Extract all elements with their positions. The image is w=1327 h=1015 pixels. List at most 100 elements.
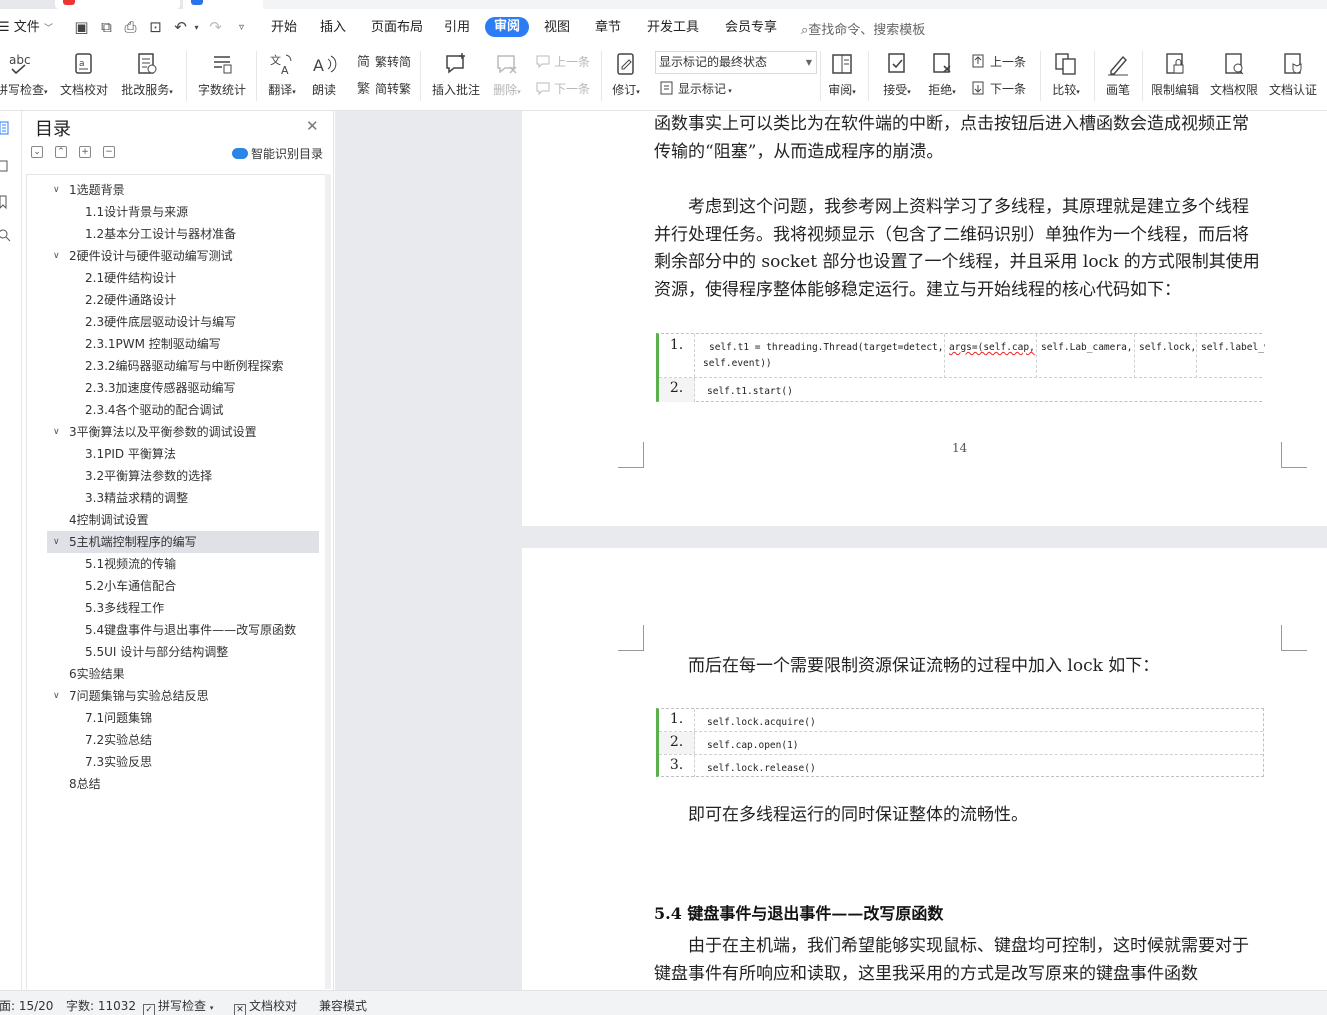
toc-item[interactable]: 3.1PID 平衡算法 [27, 443, 319, 465]
tab-insert[interactable]: 插入 [320, 19, 346, 37]
accept-button[interactable]: 接受▾ [879, 49, 915, 105]
toc-item[interactable]: 2.3.2编码器驱动编写与中断例程探索 [27, 355, 319, 377]
word-count-indicator[interactable]: 字数: 11032 [66, 997, 136, 1014]
bookmark-nav-icon[interactable] [0, 195, 14, 210]
doc-proofread-button[interactable]: a 文档校对 [58, 49, 110, 105]
toc-item[interactable]: ∨ 3平衡算法以及平衡参数的调试设置 [27, 421, 319, 443]
toc-item[interactable]: 6实验结果 [27, 663, 319, 685]
toc-item[interactable]: 8总结 [27, 773, 319, 795]
undo-icon[interactable]: ↶ [172, 19, 189, 36]
toc-item[interactable]: 7.2实验总结 [27, 729, 319, 751]
toc-item[interactable]: 4控制调试设置 [27, 509, 319, 531]
code-line: 2. self.t1.start() [659, 378, 1262, 402]
next-change-button[interactable]: 下一条 [971, 80, 1026, 97]
chevron-down-icon[interactable]: ∨ [53, 245, 60, 267]
toc-item[interactable]: ∨ 5主机端控制程序的编写 [47, 531, 319, 553]
tab-view[interactable]: 视图 [544, 19, 570, 37]
review-pane-button[interactable]: 审阅▾ [826, 49, 858, 105]
tab-home[interactable]: 开始 [271, 19, 297, 37]
toc-item[interactable]: 1.2基本分工设计与器材准备 [27, 223, 319, 245]
chapter-nav-icon[interactable] [0, 159, 14, 173]
chevron-down-icon[interactable]: ∨ [53, 179, 60, 201]
toc-item[interactable]: 7.1问题集锦 [27, 707, 319, 729]
word-count-button[interactable]: 字数统计 [196, 49, 248, 105]
toc-item[interactable]: 2.3.3加速度传感器驱动编写 [27, 377, 319, 399]
document-tab-active[interactable] [183, 0, 263, 9]
next-comment-button[interactable]: 下一条 [535, 80, 590, 97]
insert-comment-button[interactable]: 插入批注 [430, 49, 482, 105]
smart-toc-button[interactable]: 智能识别目录 [232, 145, 323, 162]
toc-item[interactable]: 5.3多线程工作 [27, 597, 319, 619]
command-search[interactable]: ⌕查找命令、搜索模板 [801, 19, 925, 38]
chevron-down-icon[interactable]: ∨ [53, 685, 60, 707]
tab-developer[interactable]: 开发工具 [647, 19, 699, 37]
toc-item[interactable]: 2.3.4各个驱动的配合调试 [27, 399, 319, 421]
file-menu[interactable]: ☰ 文件 ﹀ [0, 19, 53, 38]
tab-page-layout[interactable]: 页面布局 [371, 19, 423, 37]
toc-item[interactable]: 3.2平衡算法参数的选择 [27, 465, 319, 487]
expand-up-icon[interactable]: ⌃ [55, 146, 67, 158]
print-preview-icon[interactable]: ⊡ [147, 19, 164, 36]
read-aloud-button[interactable]: A 朗读 [308, 49, 340, 105]
toc-item[interactable]: 5.4键盘事件与退出事件——改写原函数 [27, 619, 319, 641]
customize-toolbar-icon[interactable]: ▿ [233, 19, 250, 36]
document-tab-pdf[interactable] [55, 0, 180, 9]
remove-heading-icon[interactable]: − [103, 146, 115, 158]
document-canvas[interactable]: 函数事实上可以类比为在软件端的中断，点击按钮后进入槽函数会造成视频正常 传输的“… [335, 111, 1327, 990]
toc-nav-icon[interactable] [0, 121, 14, 135]
track-changes-button[interactable]: 修订▾ [608, 49, 644, 105]
toc-item[interactable]: 1.1设计背景与来源 [27, 201, 319, 223]
simplified-char-icon: 繁 [356, 80, 372, 97]
tab-chapter[interactable]: 章节 [595, 19, 621, 37]
show-markup-button[interactable]: 显示标记 ▾ [659, 80, 732, 99]
save-icon[interactable]: ▣ [73, 19, 90, 36]
doc-proofread-toggle[interactable]: ✕ 文档校对 [234, 997, 297, 1015]
page-indicator[interactable]: 页面: 15/20 [0, 997, 53, 1014]
chevron-down-icon[interactable]: ∨ [53, 421, 60, 443]
tab-member[interactable]: 会员专享 [725, 19, 777, 37]
toc-item[interactable]: 5.5UI 设计与部分结构调整 [27, 641, 319, 663]
delete-comment-button[interactable]: 删除▾ [489, 49, 525, 105]
chevron-down-icon[interactable]: ∨ [53, 531, 60, 553]
tab-review[interactable]: 审阅 [485, 17, 530, 37]
spell-check-button[interactable]: abc 拼写检查▾ [0, 49, 48, 105]
doc-permission-button[interactable]: 文档权限 [1208, 49, 1260, 105]
toc-item[interactable]: 3.3精益求精的调整 [27, 487, 319, 509]
tab-references[interactable]: 引用 [444, 19, 470, 37]
doc-certify-button[interactable]: 文档认证 [1267, 49, 1319, 105]
toc-item[interactable]: 5.2小车通信配合 [27, 575, 319, 597]
toc-item[interactable]: ∨ 1选题背景 [27, 179, 319, 201]
print-icon[interactable]: ⎙ [122, 19, 139, 36]
find-nav-icon[interactable] [0, 229, 14, 243]
export-pdf-icon[interactable]: ⧉ [98, 19, 115, 36]
pen-button[interactable]: 画笔 [1102, 49, 1134, 105]
collapse-all-icon[interactable]: ⌄ [31, 146, 43, 158]
batch-service-button[interactable]: 批改服务▾ [117, 49, 177, 105]
add-heading-icon[interactable]: + [79, 146, 91, 158]
toc-list: ∨ 1选题背景 1.1设计背景与来源 1.2基本分工设计与器材准备 ∨ 2硬件设计与硬件驱… [26, 174, 328, 989]
toc-item[interactable]: ∨ 7问题集锦与实验总结反思 [27, 685, 319, 707]
spell-check-toggle[interactable]: ✓ 拼写检查 ▾ [143, 997, 213, 1015]
close-icon[interactable]: ✕ [306, 117, 319, 135]
prev-change-button[interactable]: 上一条 [971, 53, 1026, 70]
toc-item[interactable]: 2.3硬件底层驱动设计与编写 [27, 311, 319, 333]
restrict-edit-button[interactable]: 限制编辑 [1149, 49, 1201, 105]
toc-scrollbar[interactable] [325, 174, 331, 989]
toc-item[interactable]: 2.3.1PWM 控制驱动编写 [27, 333, 319, 355]
toc-item[interactable]: 7.3实验反思 [27, 751, 319, 773]
toc-item[interactable]: ∨ 2硬件设计与硬件驱动编写测试 [27, 245, 319, 267]
compare-button[interactable]: 比较▾ [1048, 49, 1084, 105]
prev-comment-button[interactable]: 上一条 [535, 53, 590, 70]
trad-to-simp-button[interactable]: 简繁转简 [356, 53, 411, 70]
toc-item[interactable]: 2.2硬件通路设计 [27, 289, 319, 311]
simp-to-trad-button[interactable]: 繁简转繁 [356, 80, 411, 97]
translate-button[interactable]: 文A 翻译▾ [264, 49, 300, 105]
reject-button[interactable]: 拒绝▾ [924, 49, 960, 105]
toc-item[interactable]: 2.1硬件结构设计 [27, 267, 319, 289]
toc-item[interactable]: 5.1视频流的传输 [27, 553, 319, 575]
markup-mode-select[interactable]: 显示标记的最终状态 ▼ [655, 51, 817, 74]
redo-icon[interactable]: ↷ [207, 19, 224, 36]
undo-dropdown-icon[interactable]: ▾ [188, 19, 205, 36]
toc-item-label: 7.1问题集锦 [85, 711, 153, 725]
page-number: 14 [952, 441, 968, 455]
